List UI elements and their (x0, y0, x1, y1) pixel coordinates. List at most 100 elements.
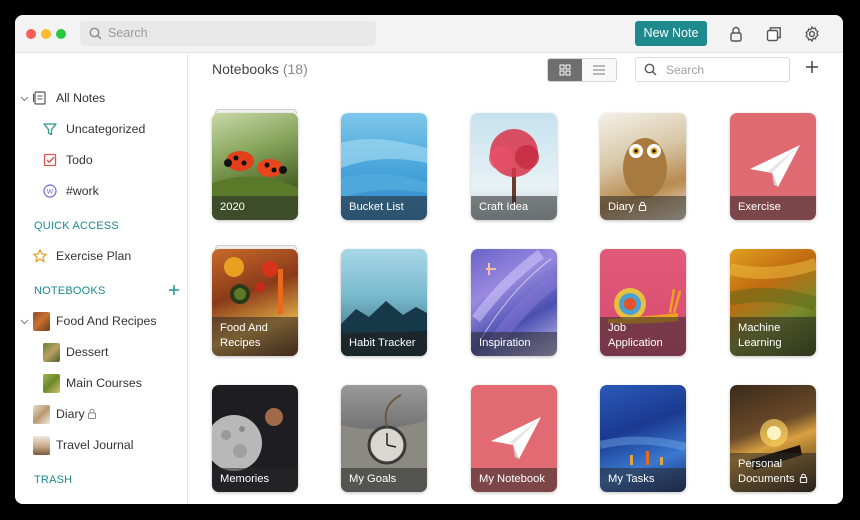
close-window-button[interactable] (26, 29, 36, 39)
notebook-card[interactable]: Craft Idea (471, 113, 557, 220)
notebook-label-bar: Diary (600, 196, 686, 220)
notebook-name: Habit Tracker (349, 337, 416, 349)
notebook-card[interactable]: Exercise (730, 113, 816, 220)
notebook-card[interactable]: Bucket List (341, 113, 427, 220)
trash-header[interactable]: TRASH (34, 474, 72, 486)
sidebar-item-label: All Notes (56, 91, 106, 105)
notebook-card[interactable]: Job Application (600, 249, 686, 356)
global-search-placeholder: Search (108, 26, 148, 40)
notebook-label-bar: Job Application (600, 317, 686, 356)
minimize-window-button[interactable] (41, 29, 51, 39)
sidebar-item-todo[interactable]: Todo (15, 149, 187, 171)
notebook-label-bar: Personal Documents (730, 453, 816, 492)
notebook-card[interactable]: 2020 (212, 113, 298, 220)
sidebar-item-label: Uncategorized (66, 122, 146, 136)
star-icon (33, 249, 47, 263)
app-window: Search New Note All Notes Uncategorized … (15, 15, 843, 504)
notebook-name: Inspiration (479, 337, 531, 349)
chevron-down-icon[interactable] (20, 94, 29, 103)
notebook-label-bar: Inspiration (471, 332, 557, 356)
notebook-label-bar: Habit Tracker (341, 332, 427, 356)
notebook-card[interactable]: Habit Tracker (341, 249, 427, 356)
notebook-label-bar: My Tasks (600, 468, 686, 492)
tag-icon: W (43, 184, 57, 198)
sidebar-item-label: Exercise Plan (56, 249, 132, 263)
notebook-card[interactable]: Food And Recipes (212, 249, 298, 356)
notebook-search-placeholder: Search (666, 63, 705, 77)
gear-icon[interactable] (803, 25, 821, 43)
main-content: Notebooks (18) Search 2020 Bucket List Cra… (188, 53, 843, 504)
notebook-label-bar: Machine Learning (730, 317, 816, 356)
notebook-label-bar: Bucket List (341, 196, 427, 220)
sidebar-item-food-and-recipes[interactable]: Food And Recipes (15, 310, 187, 332)
add-notebook-icon[interactable] (168, 284, 180, 296)
lock-icon (638, 201, 647, 211)
notebook-card[interactable]: My Notebook (471, 385, 557, 492)
title-bar: Search New Note (15, 15, 843, 53)
sidebar-item-exercise-plan[interactable]: Exercise Plan (15, 245, 187, 267)
notebook-label-bar: My Notebook (471, 468, 557, 492)
maximize-window-button[interactable] (56, 29, 66, 39)
windows-icon[interactable] (765, 25, 783, 43)
sidebar-item-work[interactable]: W #work (15, 180, 187, 202)
sidebar: All Notes Uncategorized Todo W #work QUI… (15, 53, 188, 504)
list-view-button[interactable] (582, 59, 616, 81)
list-icon (593, 65, 605, 75)
sidebar-item-label: Food And Recipes (56, 314, 157, 328)
funnel-icon (43, 123, 57, 136)
notebook-name: Food And Recipes (220, 322, 268, 349)
notebook-name: Job Application (608, 322, 663, 349)
notebook-card[interactable]: My Goals (341, 385, 427, 492)
notebook-name: Craft Idea (479, 201, 529, 213)
notebook-name: Bucket List (349, 201, 404, 213)
notebook-name: Personal Documents (738, 458, 795, 485)
notebook-label-bar: 2020 (212, 196, 298, 220)
notebook-card[interactable]: Inspiration (471, 249, 557, 356)
lock-icon (88, 408, 96, 419)
notebook-name: Diary (608, 201, 635, 213)
chevron-down-icon[interactable] (20, 317, 29, 326)
global-search-input[interactable]: Search (80, 21, 376, 46)
sidebar-item-label: Diary (56, 407, 85, 421)
page-title-text: Notebooks (212, 61, 279, 77)
notebook-thumbnail (33, 405, 50, 424)
lock-icon[interactable] (727, 25, 745, 43)
sidebar-item-diary[interactable]: Diary (15, 403, 187, 425)
quick-access-header: QUICK ACCESS (34, 220, 119, 232)
notebook-count: (18) (282, 61, 308, 77)
notebook-label-bar: Memories (212, 468, 298, 492)
notebook-name: Machine Learning (738, 322, 782, 349)
grid-icon (559, 64, 571, 76)
grid-view-button[interactable] (548, 59, 582, 81)
notebooks-header: NOTEBOOKS (34, 285, 106, 297)
sidebar-item-uncategorized[interactable]: Uncategorized (15, 118, 187, 140)
notebook-card[interactable]: Machine Learning (730, 249, 816, 356)
sidebar-item-main-courses[interactable]: Main Courses (15, 372, 187, 394)
notebook-card[interactable]: My Tasks (600, 385, 686, 492)
sidebar-item-all-notes[interactable]: All Notes (15, 87, 187, 109)
notes-icon (32, 91, 46, 105)
search-icon (644, 63, 657, 76)
sidebar-item-label: Travel Journal (56, 438, 134, 452)
sidebar-item-dessert[interactable]: Dessert (15, 341, 187, 363)
notebook-label-bar: My Goals (341, 468, 427, 492)
notebook-name: Exercise (738, 201, 781, 213)
notebook-card[interactable]: Diary (600, 113, 686, 220)
notebook-label-bar: Craft Idea (471, 196, 557, 220)
notebook-label-bar: Exercise (730, 196, 816, 220)
lock-icon (799, 473, 807, 483)
search-icon (89, 27, 102, 40)
notebook-card[interactable]: Memories (212, 385, 298, 492)
new-note-button[interactable]: New Note (635, 21, 707, 46)
notebook-label-bar: Food And Recipes (212, 317, 298, 356)
notebook-thumbnail (33, 312, 50, 331)
add-notebook-button[interactable] (803, 58, 821, 76)
notebook-search-input[interactable]: Search (635, 57, 790, 82)
view-toggle (547, 58, 617, 82)
notebook-thumbnail (43, 374, 60, 393)
sidebar-item-label: #work (66, 184, 99, 198)
notebook-card[interactable]: Personal Documents (730, 385, 816, 492)
notebook-thumbnail (43, 343, 60, 362)
notebook-name: My Notebook (479, 473, 545, 485)
sidebar-item-travel-journal[interactable]: Travel Journal (15, 434, 187, 456)
